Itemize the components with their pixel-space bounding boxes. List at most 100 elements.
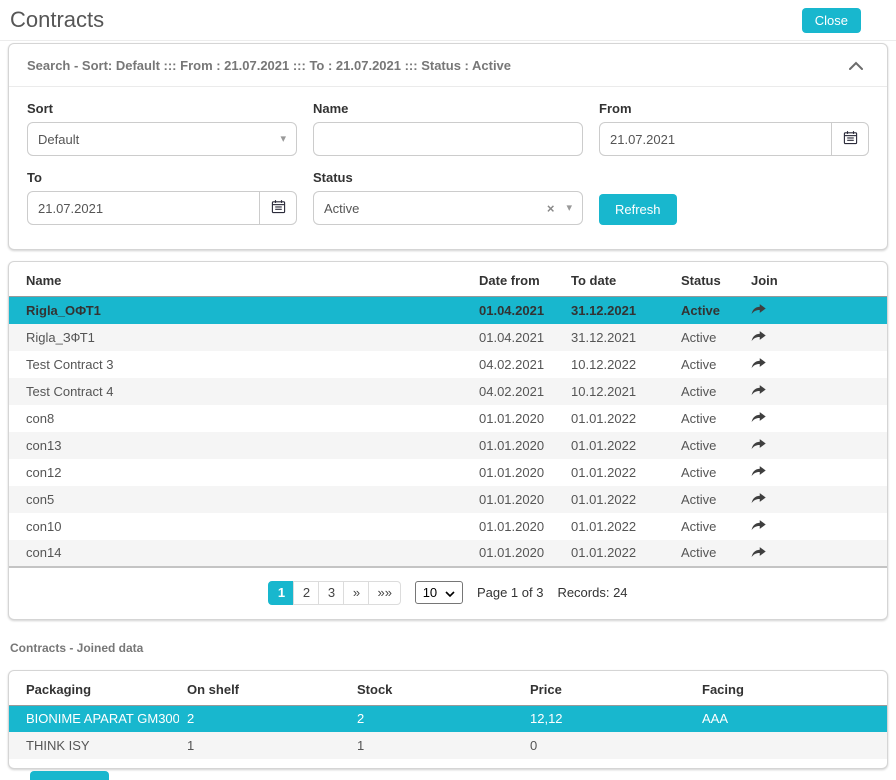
cell-to-date: 01.01.2022 — [563, 513, 673, 540]
cell-status: Active — [673, 432, 743, 459]
clear-icon[interactable]: × — [547, 202, 555, 215]
chevron-down-icon — [445, 585, 455, 600]
cell-date-from: 01.04.2021 — [471, 324, 563, 351]
page-size-select[interactable]: 10 — [415, 581, 463, 604]
refresh-button[interactable]: Refresh — [599, 194, 677, 225]
page-buttons: 1 2 3 » »» — [268, 581, 400, 605]
table-row[interactable]: Test Contract 3 04.02.2021 10.12.2022 Ac… — [9, 351, 887, 378]
to-calendar-button[interactable] — [259, 191, 297, 225]
table-row[interactable]: THINK ISY 1 1 0 — [9, 732, 887, 759]
name-field: Name — [313, 101, 583, 156]
column-header-stock: Stock — [349, 671, 522, 706]
pagination-page-3[interactable]: 3 — [318, 581, 344, 605]
records-count: Records: 24 — [557, 585, 627, 600]
column-header-on-shelf: On shelf — [179, 671, 349, 706]
joined-header-row: Packaging On shelf Stock Price Facing — [9, 671, 887, 706]
cell-facing: AAA — [694, 705, 887, 732]
table-row[interactable]: con13 01.01.2020 01.01.2022 Active — [9, 432, 887, 459]
contracts-table: Name Date from To date Status Join Rigla… — [9, 262, 887, 568]
column-header-date-from: Date from — [471, 262, 563, 297]
pagination-page-2[interactable]: 2 — [293, 581, 319, 605]
name-input[interactable] — [313, 122, 583, 156]
pagination-next-button[interactable]: » — [343, 581, 369, 605]
cell-name: Test Contract 3 — [9, 351, 471, 378]
search-panel: Search - Sort: Default ::: From : 21.07.… — [8, 43, 888, 250]
cell-to-date: 01.01.2022 — [563, 405, 673, 432]
cell-name: Rigla_ЗФТ1 — [9, 324, 471, 351]
sort-label: Sort — [27, 101, 297, 116]
table-row[interactable]: con5 01.01.2020 01.01.2022 Active — [9, 486, 887, 513]
chevron-down-icon: ▾ — [280, 134, 286, 145]
name-label: Name — [313, 101, 583, 116]
join-arrow-icon[interactable] — [751, 464, 766, 477]
pagination-last-button[interactable]: »» — [368, 581, 400, 605]
column-header-to-date: To date — [563, 262, 673, 297]
join-arrow-icon[interactable] — [751, 518, 766, 531]
cell-status: Active — [673, 297, 743, 324]
contracts-header-row: Name Date from To date Status Join — [9, 262, 887, 297]
table-row[interactable]: BIONIME APARAT GM300 2 2 12,12 AAA — [9, 705, 887, 732]
table-row[interactable]: Rigla_ЗФТ1 01.04.2021 31.12.2021 Active — [9, 324, 887, 351]
cell-date-from: 01.04.2021 — [471, 297, 563, 324]
join-arrow-icon[interactable] — [751, 410, 766, 423]
status-value: Active — [324, 201, 359, 216]
table-row[interactable]: con8 01.01.2020 01.01.2022 Active — [9, 405, 887, 432]
cell-name: con8 — [9, 405, 471, 432]
join-arrow-icon[interactable] — [751, 437, 766, 450]
to-label: To — [27, 170, 297, 185]
table-row[interactable]: Test Contract 4 04.02.2021 10.12.2021 Ac… — [9, 378, 887, 405]
table-row[interactable]: con10 01.01.2020 01.01.2022 Active — [9, 513, 887, 540]
sort-select[interactable]: Default ▾ — [27, 122, 297, 156]
cell-stock: 1 — [349, 732, 522, 759]
column-header-packaging: Packaging — [9, 671, 179, 706]
cell-status: Active — [673, 378, 743, 405]
from-calendar-button[interactable] — [831, 122, 869, 156]
close-button[interactable]: Close — [802, 8, 861, 33]
cell-date-from: 01.01.2020 — [471, 405, 563, 432]
search-form: Sort Default ▾ Name From — [9, 87, 887, 249]
top-bar: Contracts Close — [0, 0, 896, 41]
cell-name: con12 — [9, 459, 471, 486]
cell-date-from: 01.01.2020 — [471, 459, 563, 486]
cell-status: Active — [673, 459, 743, 486]
status-field: Status Active × ▾ — [313, 170, 583, 225]
partial-button[interactable] — [30, 771, 109, 780]
calendar-icon — [843, 130, 858, 148]
chevron-up-icon — [849, 58, 863, 73]
cell-to-date: 01.01.2022 — [563, 540, 673, 567]
cell-to-date: 31.12.2021 — [563, 297, 673, 324]
to-date-input[interactable] — [27, 191, 260, 225]
table-row[interactable]: Rigla_ОФТ1 01.04.2021 31.12.2021 Active — [9, 297, 887, 324]
joined-table: Packaging On shelf Stock Price Facing BI… — [9, 671, 887, 760]
cell-status: Active — [673, 351, 743, 378]
pagination-page-1[interactable]: 1 — [268, 581, 294, 605]
join-arrow-icon[interactable] — [751, 383, 766, 396]
join-arrow-icon[interactable] — [751, 491, 766, 504]
joined-section-label: Contracts - Joined data — [0, 641, 896, 655]
cell-name: con13 — [9, 432, 471, 459]
cell-to-date: 01.01.2022 — [563, 459, 673, 486]
cell-date-from: 01.01.2020 — [471, 432, 563, 459]
sort-value: Default — [38, 132, 79, 147]
join-arrow-icon[interactable] — [751, 545, 766, 558]
cell-date-from: 01.01.2020 — [471, 486, 563, 513]
join-arrow-icon[interactable] — [751, 356, 766, 369]
contracts-card: Name Date from To date Status Join Rigla… — [8, 261, 888, 620]
calendar-icon — [271, 199, 286, 217]
table-row[interactable]: con12 01.01.2020 01.01.2022 Active — [9, 459, 887, 486]
cell-status: Active — [673, 540, 743, 567]
column-header-facing: Facing — [694, 671, 887, 706]
column-header-price: Price — [522, 671, 694, 706]
status-select[interactable]: Active × ▾ — [313, 191, 583, 225]
join-arrow-icon[interactable] — [751, 302, 766, 315]
column-header-join: Join — [743, 262, 887, 297]
cell-date-from: 01.01.2020 — [471, 513, 563, 540]
from-date-input[interactable] — [599, 122, 832, 156]
cell-name: con10 — [9, 513, 471, 540]
collapse-button[interactable] — [849, 58, 863, 73]
search-panel-header[interactable]: Search - Sort: Default ::: From : 21.07.… — [9, 44, 887, 87]
join-arrow-icon[interactable] — [751, 329, 766, 342]
table-row[interactable]: con14 01.01.2020 01.01.2022 Active — [9, 540, 887, 567]
pagination: 1 2 3 » »» 10 Page 1 of 3 Records: 24 — [9, 568, 887, 619]
cell-on-shelf: 2 — [179, 705, 349, 732]
